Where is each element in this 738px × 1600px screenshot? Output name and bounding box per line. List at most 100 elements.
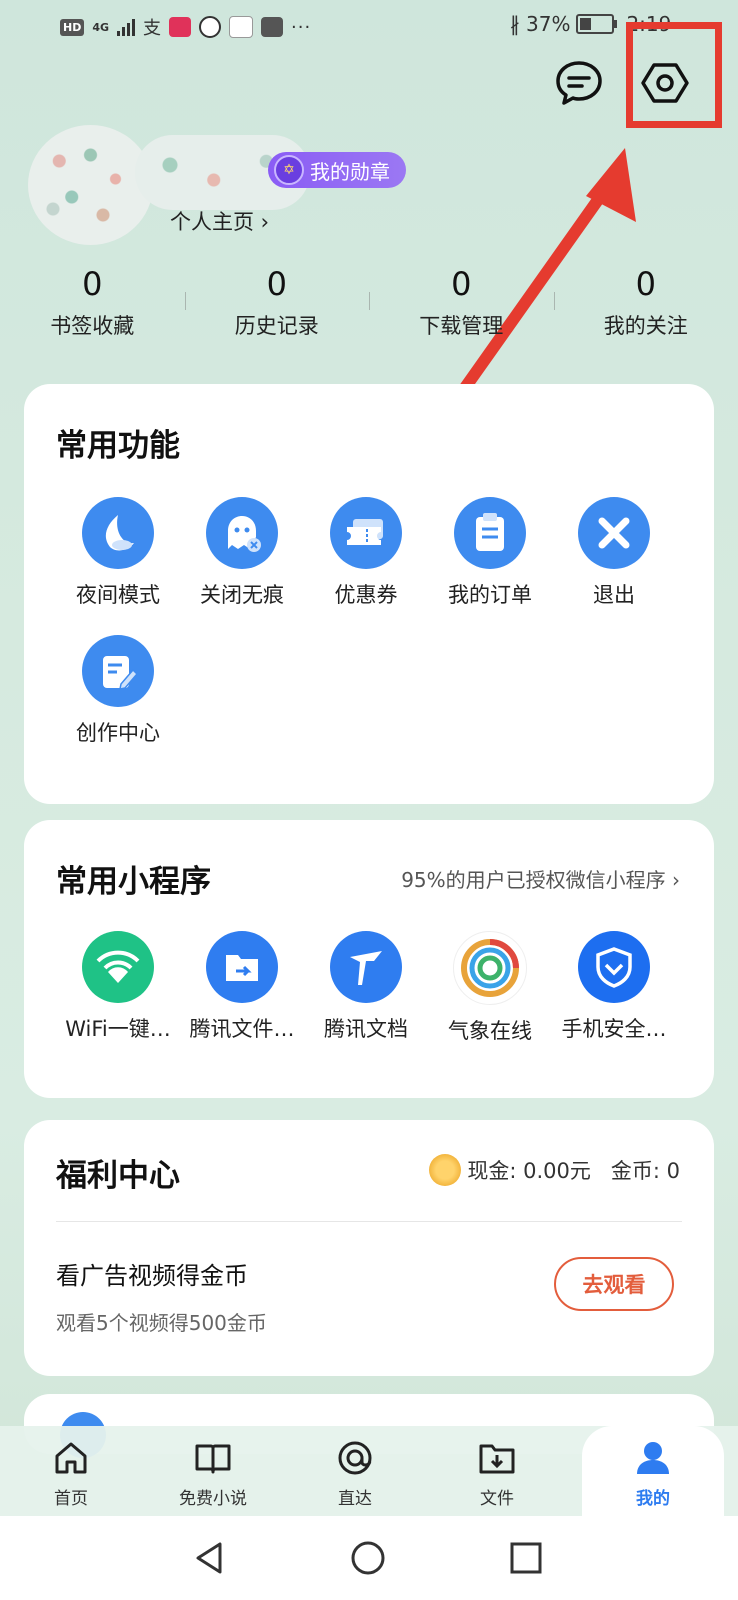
mini-program-weather[interactable]: 气象在线 — [428, 931, 552, 1045]
wifi-icon — [82, 931, 154, 1003]
coupon-icon — [330, 497, 402, 569]
stat-downloads[interactable]: 0 下载管理 — [369, 262, 554, 352]
more-notify-icon: ··· — [291, 16, 312, 38]
nav-label: 文件 — [480, 1489, 514, 1509]
system-nav-bar — [0, 1516, 738, 1600]
medal-label: 我的勋章 — [310, 159, 390, 184]
message-icon — [556, 61, 602, 105]
my-orders-button[interactable]: 我的订单 — [428, 497, 552, 609]
stat-label: 我的关注 — [603, 314, 688, 338]
mini-program-label: WiFi一键… — [65, 1017, 171, 1041]
phone-security-icon — [578, 931, 650, 1003]
function-label: 关闭无痕 — [200, 583, 284, 607]
nav-label: 直达 — [338, 1489, 372, 1509]
stat-count: 0 — [82, 265, 103, 303]
battery-icon — [576, 14, 618, 34]
mini-program-label: 腾讯文档 — [324, 1017, 408, 1041]
mini-program-label: 手机安全… — [561, 1017, 667, 1041]
tencent-file-icon — [206, 931, 278, 1003]
personal-homepage-link[interactable]: 个人主页 › — [170, 206, 269, 236]
youku-icon — [229, 16, 254, 38]
folder-icon — [479, 1444, 515, 1474]
incognito-icon — [206, 497, 278, 569]
stat-count: 0 — [451, 265, 472, 303]
cash-text: 现金: 0.00元 — [467, 1159, 591, 1183]
nav-label: 我的 — [636, 1489, 670, 1509]
app-notify-icon — [169, 17, 192, 37]
mini-program-label: 气象在线 — [448, 1019, 532, 1043]
recents-icon[interactable] — [506, 1538, 546, 1578]
nav-label: 免费小说 — [179, 1489, 247, 1509]
night-mode-icon — [82, 497, 154, 569]
weather-icon — [453, 931, 527, 1005]
tencent-docs-icon — [330, 931, 402, 1003]
nav-direct[interactable]: 直达 — [284, 1426, 426, 1516]
sina-icon — [261, 17, 284, 37]
alipay-icon: 支 — [143, 18, 162, 39]
settings-highlight-box — [626, 22, 722, 128]
stat-label: 书签收藏 — [50, 314, 135, 338]
profile-icon — [637, 1442, 669, 1474]
battery-percent: 37% — [526, 12, 571, 36]
function-label: 夜间模式 — [76, 583, 160, 607]
network-type: 4G — [92, 20, 110, 34]
function-label: 创作中心 — [76, 721, 160, 745]
mini-program-wifi[interactable]: WiFi一键… — [56, 931, 180, 1045]
task-desc: 观看5个视频得500金币 — [56, 1311, 267, 1335]
nav-label: 首页 — [54, 1489, 88, 1509]
function-label: 退出 — [593, 583, 635, 607]
common-functions-card: 常用功能 夜间模式 关闭无痕 优惠券 我的订单 退出 创作中心 — [24, 384, 714, 804]
card-title: 常用功能 — [56, 428, 180, 464]
stat-bookmarks[interactable]: 0 书签收藏 — [0, 262, 185, 352]
nav-mine[interactable]: 我的 — [582, 1426, 724, 1516]
book-icon — [195, 1444, 231, 1474]
stat-history[interactable]: 0 历史记录 — [184, 262, 370, 352]
medal-icon: ✡ — [274, 155, 304, 185]
coins-text: 金币: 0 — [610, 1159, 680, 1183]
nav-home[interactable]: 首页 — [0, 1426, 142, 1516]
creator-icon — [82, 635, 154, 707]
nav-files[interactable]: 文件 — [426, 1426, 568, 1516]
divider — [56, 1221, 682, 1222]
mini-program-label: 腾讯文件… — [189, 1017, 295, 1041]
mini-program-tencent-docs[interactable]: 腾讯文档 — [304, 931, 428, 1045]
bottom-nav: 首页 免费小说 直达 文件 我的 — [0, 1426, 738, 1516]
back-icon[interactable] — [190, 1538, 230, 1578]
mini-program-grid: WiFi一键… 腾讯文件… 腾讯文档 气象在线 手机安全… — [56, 931, 714, 1045]
incognito-button[interactable]: 关闭无痕 — [180, 497, 304, 609]
mini-programs-card: 常用小程序 95%的用户已授权微信小程序 › WiFi一键… 腾讯文件… 腾讯文… — [24, 820, 714, 1098]
mini-program-tencent-file[interactable]: 腾讯文件… — [180, 931, 304, 1045]
hand-notify-icon — [199, 16, 222, 38]
night-mode-button[interactable]: 夜间模式 — [56, 497, 180, 609]
stat-label: 下载管理 — [419, 314, 504, 338]
authorized-mini-programs-link[interactable]: 95%的用户已授权微信小程序 › — [401, 864, 680, 893]
signal-icon — [117, 18, 136, 36]
coupon-button[interactable]: 优惠券 — [304, 497, 428, 609]
function-label: 我的订单 — [448, 583, 532, 607]
message-button[interactable] — [554, 58, 604, 108]
nav-free-novels[interactable]: 免费小说 — [142, 1426, 284, 1516]
function-label: 优惠券 — [334, 583, 398, 607]
cash-balance: 现金: 0.00元 — [429, 1154, 591, 1186]
stat-following[interactable]: 0 我的关注 — [553, 262, 738, 352]
stat-label: 历史记录 — [234, 314, 319, 338]
status-left: HD 4G 支 ··· — [60, 14, 311, 40]
coin-icon — [429, 1154, 462, 1186]
mini-program-phone-security[interactable]: 手机安全… — [552, 931, 676, 1045]
stat-count: 0 — [635, 265, 656, 303]
direct-icon — [338, 1441, 372, 1475]
exit-icon — [578, 497, 650, 569]
creator-center-button[interactable]: 创作中心 — [56, 635, 180, 747]
watch-ad-button[interactable]: 去观看 — [554, 1257, 674, 1311]
stat-count: 0 — [266, 265, 287, 303]
home-system-icon[interactable] — [348, 1538, 388, 1578]
exit-button[interactable]: 退出 — [552, 497, 676, 609]
hd-badge: HD — [60, 18, 85, 36]
home-icon — [55, 1442, 87, 1474]
bluetooth-icon: ∦ — [510, 12, 520, 36]
balance-row: 现金: 0.00元 金币: 0 — [429, 1154, 680, 1186]
my-medals-button[interactable]: ✡ 我的勋章 — [268, 152, 406, 188]
avatar[interactable] — [28, 125, 153, 245]
stats-row: 0 书签收藏 0 历史记录 0 下载管理 0 我的关注 — [0, 262, 738, 352]
function-grid: 夜间模式 关闭无痕 优惠券 我的订单 退出 创作中心 — [56, 497, 714, 747]
